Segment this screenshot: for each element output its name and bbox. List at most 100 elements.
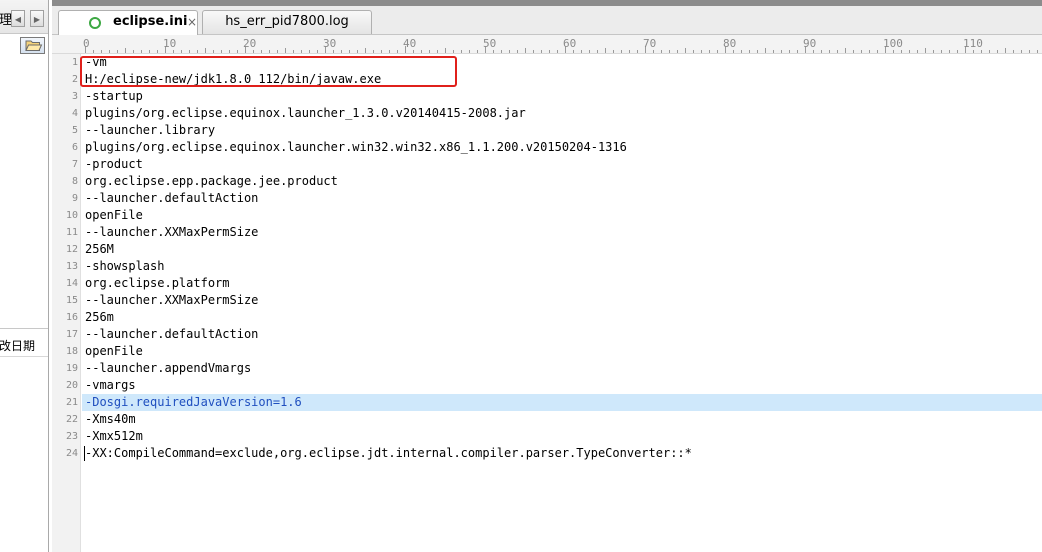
ruler-tick	[213, 50, 214, 53]
line-number: 8	[71, 176, 78, 187]
ruler-tick	[813, 50, 814, 53]
ruler-tick	[829, 50, 830, 53]
ruler-tick	[709, 50, 710, 53]
code-line[interactable]: -Dosgi.requiredJavaVersion=1.6	[82, 394, 1042, 411]
ruler-tick	[517, 50, 518, 53]
ruler-tick	[573, 50, 574, 53]
tab-label: eclipse.ini	[113, 14, 188, 29]
tab-hs-err-log[interactable]: hs_err_pid7800.log	[202, 10, 372, 34]
code-line[interactable]: -XX:CompileCommand=exclude,org.eclipse.j…	[84, 445, 1042, 462]
ruler-tick	[477, 50, 478, 53]
ruler-tick	[117, 50, 118, 53]
code-line[interactable]: --launcher.XXMaxPermSize	[84, 224, 1042, 241]
line-number: 1	[71, 57, 78, 68]
line-number: 5	[71, 125, 78, 136]
ruler-tick	[261, 50, 262, 53]
chevron-left-icon: ◀	[14, 15, 22, 24]
ruler-tick	[373, 50, 374, 53]
ruler-tick	[629, 50, 630, 53]
ruler-tick	[549, 50, 550, 53]
ruler-label: 90	[803, 37, 817, 50]
code-line[interactable]: --launcher.defaultAction	[84, 190, 1042, 207]
close-icon[interactable]: ×	[187, 11, 197, 33]
code-editor[interactable]: 0 10 20 30 40 50 60 70 80 90 100 110 1 2 3 4 5 6 7 8 9 10 11 1…	[52, 35, 1042, 552]
ruler-tick	[733, 50, 734, 53]
code-line[interactable]: org.eclipse.platform	[84, 275, 1042, 292]
ruler-tick	[637, 50, 638, 53]
code-line[interactable]: org.eclipse.epp.package.jee.product	[84, 173, 1042, 190]
ruler-tick	[133, 50, 134, 53]
ruler-label: 30	[323, 37, 337, 50]
line-number: 3	[71, 91, 78, 102]
ruler-tick	[269, 50, 270, 53]
ruler-tick	[749, 50, 750, 53]
ruler-tick	[181, 50, 182, 53]
ruler-tick	[349, 50, 350, 53]
code-line[interactable]: openFile	[84, 343, 1042, 360]
code-line[interactable]: 256M	[84, 241, 1042, 258]
ruler-tick	[469, 50, 470, 53]
ruler-tick	[797, 50, 798, 53]
ruler-tick	[773, 50, 774, 53]
ruler-label: 20	[243, 37, 257, 50]
ruler-tick	[661, 50, 662, 53]
ruler-tick	[253, 50, 254, 53]
code-line[interactable]: -showsplash	[84, 258, 1042, 275]
ruler-tick	[437, 50, 438, 53]
ruler-label: 50	[483, 37, 497, 50]
open-folder-button[interactable]	[20, 37, 45, 54]
ruler-tick	[837, 50, 838, 53]
ruler-tick	[149, 50, 150, 53]
ruler-tick	[957, 50, 958, 53]
modified-date-column-header[interactable]: 改日期	[0, 337, 35, 354]
code-line[interactable]: --launcher.XXMaxPermSize	[84, 292, 1042, 309]
code-line[interactable]: --launcher.defaultAction	[84, 326, 1042, 343]
ruler-tick	[701, 50, 702, 53]
nav-left-button[interactable]: ◀	[11, 10, 25, 27]
line-number: 24	[65, 448, 78, 459]
code-line[interactable]: -Xmx512m	[84, 428, 1042, 445]
code-line[interactable]: plugins/org.eclipse.equinox.launcher.win…	[84, 139, 1042, 156]
file-status-icon	[89, 17, 101, 29]
line-number: 23	[65, 431, 78, 442]
ruler-label: 10	[163, 37, 177, 50]
line-number: 20	[65, 380, 78, 391]
nav-right-button[interactable]: ▶	[30, 10, 44, 27]
ruler-tick	[597, 50, 598, 53]
ruler-tick	[173, 50, 174, 53]
line-number: 13	[65, 261, 78, 272]
ruler-tick	[989, 50, 990, 53]
code-line[interactable]: --launcher.library	[84, 122, 1042, 139]
ruler-tick	[613, 50, 614, 53]
line-number: 16	[65, 312, 78, 323]
ruler-tick	[1037, 50, 1038, 53]
line-number: 4	[71, 108, 78, 119]
ruler-tick	[309, 50, 310, 53]
tab-eclipse-ini[interactable]: eclipse.ini ×	[58, 10, 198, 35]
ruler-tick	[949, 50, 950, 53]
code-line[interactable]: -startup	[84, 88, 1042, 105]
line-number: 17	[65, 329, 78, 340]
ruler-tick	[381, 50, 382, 53]
ruler-tick	[861, 50, 862, 53]
ruler-tick	[589, 50, 590, 53]
ruler-tick	[1005, 48, 1006, 53]
ruler-tick	[237, 50, 238, 53]
ruler-label: 80	[723, 37, 737, 50]
code-line[interactable]: --launcher.appendVmargs	[84, 360, 1042, 377]
code-line[interactable]: plugins/org.eclipse.equinox.launcher_1.3…	[84, 105, 1042, 122]
code-line[interactable]: -vmargs	[84, 377, 1042, 394]
code-line[interactable]: 256m	[84, 309, 1042, 326]
code-line[interactable]: -Xms40m	[84, 411, 1042, 428]
left-panel-divider	[0, 328, 48, 329]
ruler-label: 100	[883, 37, 903, 50]
line-number: 9	[71, 193, 78, 204]
line-number-gutter: 1 2 3 4 5 6 7 8 9 10 11 12 13 14 15 16 17 18 19 20 21 22 23 24	[52, 54, 81, 552]
code-line[interactable]: -product	[84, 156, 1042, 173]
line-number: 10	[65, 210, 78, 221]
ruler-tick	[157, 50, 158, 53]
line-number: 7	[71, 159, 78, 170]
code-line[interactable]: openFile	[84, 207, 1042, 224]
ruler-tick	[461, 50, 462, 53]
ruler-tick	[869, 50, 870, 53]
